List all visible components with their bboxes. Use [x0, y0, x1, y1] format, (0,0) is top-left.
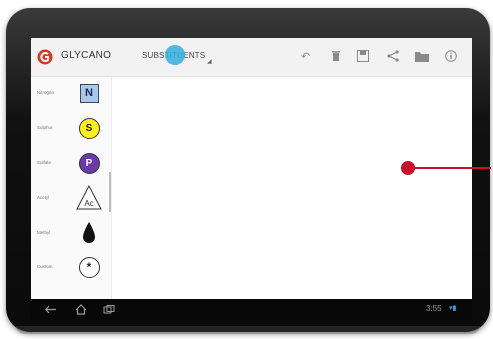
sidebar-item-methyl[interactable]: Methyl	[31, 219, 111, 249]
undo-icon[interactable]: ↶	[301, 50, 310, 63]
sulfate-icon: P	[78, 152, 100, 174]
app-screen: GLYCANO SUBSTITUENTS ◢ ↶	[31, 38, 472, 320]
share-icon[interactable]	[387, 50, 399, 62]
methyl-drop-icon	[83, 222, 95, 243]
nitrogen-icon: N	[78, 82, 100, 104]
app-title: GLYCANO	[61, 50, 112, 61]
delete-icon[interactable]	[331, 50, 341, 62]
annotation-pointer-line	[414, 167, 491, 169]
acetyl-icon: Ac	[76, 184, 102, 210]
sidebar-item-label: Custom	[37, 264, 53, 269]
back-icon[interactable]	[45, 305, 57, 314]
status-icons: ▾▮	[449, 305, 457, 312]
dropdown-caret-icon: ◢	[207, 59, 212, 65]
svg-text:Ac: Ac	[84, 199, 93, 208]
save-icon[interactable]	[357, 50, 369, 62]
sidebar-item-sulfate[interactable]: Sulfate P	[31, 149, 111, 179]
home-icon[interactable]	[75, 304, 87, 315]
action-bar: GLYCANO SUBSTITUENTS ◢ ↶	[31, 38, 472, 77]
sulphur-icon: S	[78, 117, 100, 139]
sidebar-item-label: Sulfate	[37, 160, 52, 165]
recent-apps-icon[interactable]	[103, 305, 115, 314]
annotation-pointer-dot	[401, 161, 415, 175]
sidebar-item-nitrogen[interactable]: Nitrogen N	[31, 79, 111, 109]
sidebar-item-label: Sulphur	[37, 125, 53, 130]
info-icon[interactable]	[445, 50, 457, 62]
sidebar-item-label: Nitrogen	[37, 90, 55, 95]
touch-indicator	[165, 45, 185, 65]
system-nav-bar: 3:55 ▾▮	[31, 299, 472, 320]
sidebar-scrollbar[interactable]	[109, 172, 111, 212]
glycano-logo-icon	[37, 49, 53, 65]
asterisk-icon: *	[78, 256, 100, 278]
drawing-canvas[interactable]	[112, 77, 472, 299]
sidebar-item-custom[interactable]: Custom *	[31, 253, 111, 283]
tablet-frame: GLYCANO SUBSTITUENTS ◢ ↶	[6, 8, 490, 334]
sidebar-item-label: Acetyl	[37, 195, 50, 200]
sidebar-item-label: Methyl	[37, 230, 51, 235]
sidebar-item-acetyl[interactable]: Acetyl Ac	[31, 184, 111, 214]
sidebar-item-sulphur[interactable]: Sulphur S	[31, 114, 111, 144]
status-clock: 3:55	[426, 304, 442, 313]
folder-icon[interactable]	[415, 51, 429, 62]
substituent-palette: Nitrogen N Sulphur S Sulfate P Acetyl Ac…	[31, 77, 112, 299]
